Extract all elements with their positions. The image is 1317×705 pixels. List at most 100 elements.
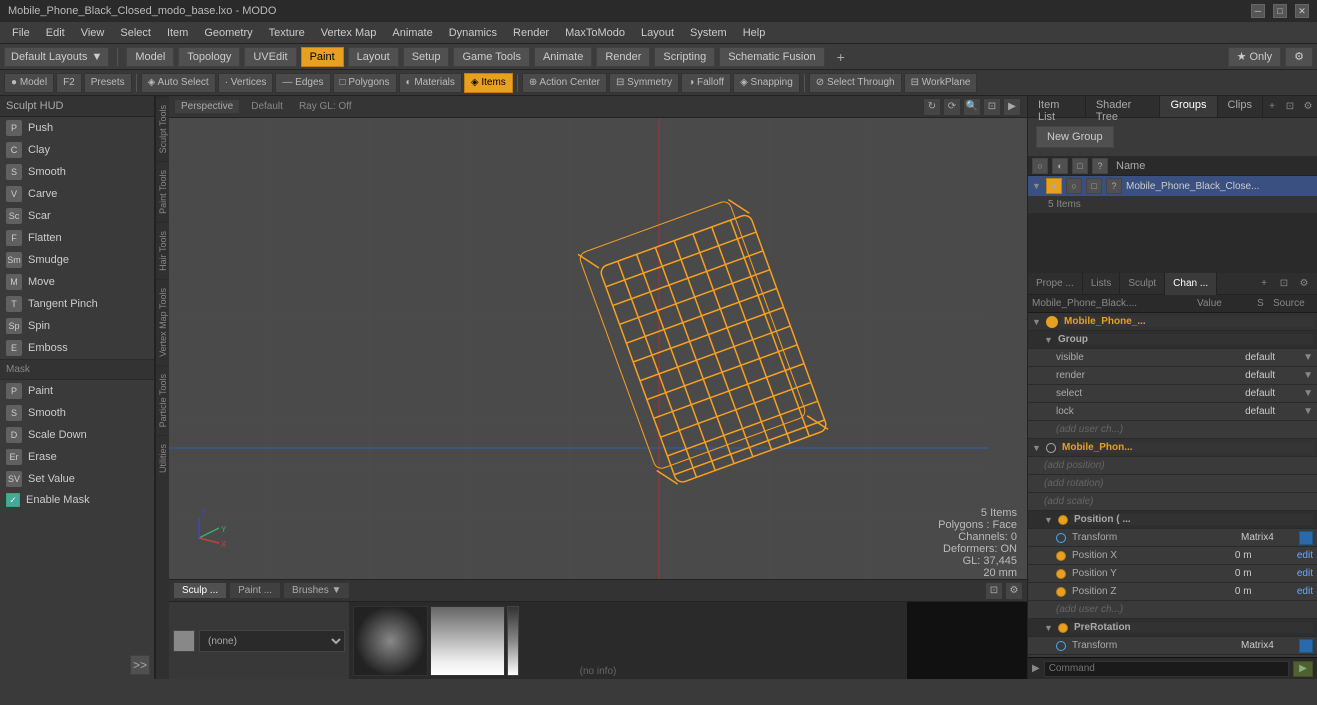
viewport-perspective-label[interactable]: Perspective [175, 100, 239, 113]
viewport-rotate-button[interactable]: ↻ [923, 98, 941, 116]
tab-gametools[interactable]: Game Tools [453, 47, 530, 67]
expand-sidebar-button[interactable]: >> [130, 655, 150, 675]
prop-position-header[interactable]: ▼ Position ( ... [1028, 511, 1317, 529]
tab-setup[interactable]: Setup [403, 47, 450, 67]
workplane-button[interactable]: ⊟ WorkPlane [904, 73, 978, 93]
bp-tab-paint[interactable]: Paint ... [229, 582, 281, 599]
chan-popout-button[interactable]: ⊡ [1275, 275, 1293, 293]
tool-scale-down[interactable]: D Scale Down [0, 424, 154, 446]
tool-spin[interactable]: Sp Spin [0, 315, 154, 337]
tool-tangent-pinch[interactable]: T Tangent Pinch [0, 293, 154, 315]
tab-schematic[interactable]: Schematic Fusion [719, 47, 824, 67]
minimize-button[interactable]: ─ [1251, 4, 1265, 18]
prop-prerotation-header[interactable]: ▼ PreRotation [1028, 619, 1317, 637]
prop-lock[interactable]: lock default ▼ [1028, 403, 1317, 421]
tool-set-value[interactable]: SV Set Value [0, 468, 154, 490]
viewport-mode-label[interactable]: Default [247, 100, 287, 113]
close-button[interactable]: ✕ [1295, 4, 1309, 18]
transform-link-icon[interactable] [1299, 531, 1313, 545]
prop-transform-2[interactable]: Transform Matrix4 [1028, 637, 1317, 655]
presets-button[interactable]: Presets [84, 73, 132, 93]
prop-select[interactable]: select default ▼ [1028, 385, 1317, 403]
menu-edit[interactable]: Edit [38, 25, 73, 41]
menu-maxtomodo[interactable]: MaxToModo [557, 25, 633, 41]
tab-render[interactable]: Render [596, 47, 650, 67]
command-input[interactable] [1044, 661, 1289, 677]
tool-carve[interactable]: V Carve [0, 183, 154, 205]
enable-mask-toggle[interactable]: ✓ Enable Mask [0, 490, 154, 510]
select-dropdown[interactable]: ▼ [1303, 388, 1313, 399]
add-tab-button[interactable]: + [829, 45, 853, 69]
il-icon-3[interactable]: □ [1072, 158, 1088, 174]
transform2-link-icon[interactable] [1299, 639, 1313, 653]
posx-edit[interactable]: edit [1297, 550, 1313, 561]
menu-texture[interactable]: Texture [261, 25, 313, 41]
menu-select[interactable]: Select [112, 25, 159, 41]
tool-smudge[interactable]: Sm Smudge [0, 249, 154, 271]
star-only-button[interactable]: ★ Only [1228, 47, 1282, 67]
chan-tab-properties[interactable]: Prope ... [1028, 273, 1083, 295]
viewport[interactable]: Perspective Default Ray GL: Off ↻ ⟳ 🔍 ⊡ … [169, 96, 1027, 679]
brush-thumb-1[interactable] [353, 606, 428, 676]
menu-file[interactable]: File [4, 25, 38, 41]
tool-clay[interactable]: C Clay [0, 139, 154, 161]
posy-edit[interactable]: edit [1297, 568, 1313, 579]
prop-position-y[interactable]: Position Y 0 m edit [1028, 565, 1317, 583]
edges-button[interactable]: — Edges [275, 73, 330, 93]
menu-help[interactable]: Help [735, 25, 774, 41]
render-dropdown[interactable]: ▼ [1303, 370, 1313, 381]
rp-add-button[interactable]: + [1263, 98, 1281, 116]
select-through-button[interactable]: ⊘ Select Through [809, 73, 902, 93]
falloff-button[interactable]: ◑ Falloff [681, 73, 731, 93]
menu-dynamics[interactable]: Dynamics [441, 25, 505, 41]
viewport-menu-button[interactable]: ▶ [1003, 98, 1021, 116]
prop-visible[interactable]: visible default ▼ [1028, 349, 1317, 367]
vert-tab-paint[interactable]: Paint Tools [156, 161, 169, 222]
snapping-button[interactable]: ◈ Snapping [733, 73, 800, 93]
tool-smooth[interactable]: S Smooth [0, 161, 154, 183]
items-button[interactable]: ◈ Items [464, 73, 513, 93]
prop-add-scale[interactable]: (add scale) [1028, 493, 1317, 511]
il-icon-4[interactable]: ? [1092, 158, 1108, 174]
menu-system[interactable]: System [682, 25, 735, 41]
tab-model[interactable]: Model [126, 47, 174, 67]
brush-thumb-2[interactable] [430, 606, 505, 676]
menu-vertexmap[interactable]: Vertex Map [313, 25, 385, 41]
polygons-button[interactable]: □ Polygons [333, 73, 397, 93]
cmd-expand-icon[interactable]: ▶ [1032, 663, 1040, 674]
chan-expand-button[interactable]: + [1255, 275, 1273, 293]
chan-tab-sculpt[interactable]: Sculpt [1120, 273, 1165, 295]
prop-transform[interactable]: Transform Matrix4 [1028, 529, 1317, 547]
prop-group-sub[interactable]: ▼ Group [1028, 331, 1317, 349]
settings-button[interactable]: ⚙ [1285, 47, 1313, 67]
chan-tab-channels[interactable]: Chan ... [1165, 273, 1217, 295]
il-icon-2[interactable]: ◐ [1052, 158, 1068, 174]
tool-flatten[interactable]: F Flatten [0, 227, 154, 249]
tool-emboss[interactable]: E Emboss [0, 337, 154, 359]
chan-tab-lists[interactable]: Lists [1083, 273, 1121, 295]
item-render-icon[interactable]: ○ [1066, 178, 1082, 194]
maximize-button[interactable]: □ [1273, 4, 1287, 18]
visible-dropdown[interactable]: ▼ [1303, 352, 1313, 363]
menu-render[interactable]: Render [505, 25, 557, 41]
prop-group-mobile-phon-2[interactable]: ▼ Mobile_Phon... [1028, 439, 1317, 457]
mode-model-button[interactable]: ● Model [4, 73, 54, 93]
menu-view[interactable]: View [73, 25, 113, 41]
enable-mask-checkbox[interactable]: ✓ [6, 493, 20, 507]
mode-f2-button[interactable]: F2 [56, 73, 82, 93]
vert-tab-utilities[interactable]: Utilities [156, 435, 169, 481]
action-center-button[interactable]: ⊕ Action Center [522, 73, 607, 93]
prop-add-user-ch-1[interactable]: (add user ch...) [1028, 421, 1317, 439]
bp-tab-brushes[interactable]: Brushes ▼ [283, 582, 350, 599]
rp-expand-button[interactable]: ⊡ [1281, 98, 1299, 116]
rp-tab-groups[interactable]: Groups [1160, 96, 1217, 117]
viewport-render-label[interactable]: Ray GL: Off [295, 100, 356, 113]
bp-expand-button[interactable]: ⊡ [985, 582, 1003, 600]
vert-tab-particle[interactable]: Particle Tools [156, 365, 169, 435]
prop-render[interactable]: render default ▼ [1028, 367, 1317, 385]
vert-tab-sculpt[interactable]: Sculpt Tools [156, 96, 169, 161]
vert-tab-hair[interactable]: Hair Tools [156, 222, 169, 279]
tool-scar[interactable]: Sc Scar [0, 205, 154, 227]
new-group-button[interactable]: New Group [1036, 126, 1114, 148]
prop-add-position[interactable]: (add position) [1028, 457, 1317, 475]
